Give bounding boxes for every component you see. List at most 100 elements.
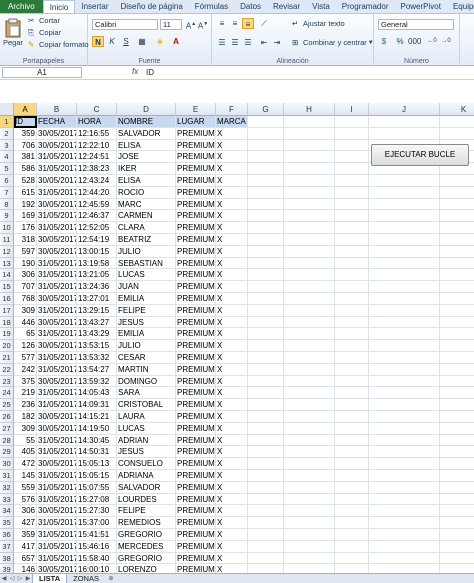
cell[interactable]: X xyxy=(216,175,248,187)
row-number[interactable]: 19 xyxy=(0,328,14,341)
cell[interactable]: 12:24:51 xyxy=(77,151,117,164)
ribbon-tab[interactable]: Diseño de página xyxy=(115,0,189,13)
currency-icon[interactable]: $ xyxy=(378,36,390,47)
row-number[interactable]: 29 xyxy=(0,446,14,459)
ribbon-tab[interactable]: Inicio xyxy=(42,0,76,13)
cell[interactable]: PREMIUM xyxy=(176,505,216,518)
cell[interactable]: JUAN xyxy=(117,281,176,293)
cell[interactable] xyxy=(335,151,369,164)
cell[interactable]: 12:46:37 xyxy=(77,210,117,223)
cell[interactable] xyxy=(369,481,440,494)
cell[interactable] xyxy=(440,446,474,459)
cell[interactable] xyxy=(248,552,284,565)
cell[interactable]: 12:16:55 xyxy=(77,127,117,140)
cell[interactable] xyxy=(369,340,440,352)
cell[interactable] xyxy=(335,139,369,152)
cell[interactable]: 427 xyxy=(14,517,37,529)
bold-button[interactable]: N xyxy=(92,36,104,47)
row-number[interactable]: 13 xyxy=(0,257,14,270)
cell[interactable]: 472 xyxy=(14,458,37,470)
cell[interactable] xyxy=(440,199,474,211)
cell[interactable]: EMILIA xyxy=(117,293,176,305)
cell[interactable]: JOSE xyxy=(117,151,176,164)
cell[interactable] xyxy=(284,434,335,447)
cell[interactable] xyxy=(335,352,369,364)
orientation-icon[interactable]: ⟋ xyxy=(258,18,270,29)
cell[interactable] xyxy=(440,505,474,518)
cell[interactable]: MERCEDES xyxy=(117,540,176,553)
cell[interactable] xyxy=(248,422,284,435)
cell[interactable]: 31/05/2017 xyxy=(37,529,77,541)
cell[interactable]: 13:54:27 xyxy=(77,363,117,376)
cell[interactable]: 14:50:31 xyxy=(77,446,117,459)
cell[interactable]: X xyxy=(216,340,248,352)
cell[interactable]: PREMIUM xyxy=(176,399,216,411)
row-number[interactable]: 25 xyxy=(0,399,14,411)
cell[interactable]: PREMIUM xyxy=(176,529,216,541)
cell[interactable] xyxy=(369,186,440,199)
cell[interactable] xyxy=(335,163,369,175)
cell[interactable]: 30/05/2017 xyxy=(37,340,77,352)
cell[interactable]: X xyxy=(216,481,248,494)
cell[interactable]: 31/05/2017 xyxy=(37,552,77,565)
cell[interactable] xyxy=(440,411,474,423)
cell[interactable]: DOMINGO xyxy=(117,375,176,388)
cell[interactable] xyxy=(284,222,335,234)
cell[interactable] xyxy=(284,375,335,388)
cell[interactable] xyxy=(335,257,369,270)
cell[interactable]: 30/05/2017 xyxy=(37,175,77,187)
cell[interactable]: PREMIUM xyxy=(176,163,216,175)
row-number[interactable]: 38 xyxy=(0,552,14,565)
cell[interactable] xyxy=(369,458,440,470)
cell[interactable] xyxy=(335,422,369,435)
row-number[interactable]: 30 xyxy=(0,458,14,470)
cell[interactable] xyxy=(335,234,369,246)
cell[interactable] xyxy=(440,423,474,435)
cell[interactable]: X xyxy=(216,470,248,482)
row-number[interactable]: 3 xyxy=(0,139,14,152)
cell[interactable]: X xyxy=(216,399,248,411)
cell[interactable] xyxy=(440,352,474,364)
cell[interactable]: 13:59:32 xyxy=(77,375,117,388)
cell[interactable] xyxy=(248,175,284,187)
cell[interactable] xyxy=(335,434,369,447)
cell[interactable] xyxy=(335,316,369,329)
cell[interactable]: 577 xyxy=(14,352,37,364)
number-format-dropdown[interactable]: General xyxy=(378,19,454,30)
cell[interactable] xyxy=(369,304,440,317)
cell[interactable]: X xyxy=(216,210,248,223)
cell[interactable] xyxy=(369,517,440,529)
cell[interactable] xyxy=(440,458,474,470)
cell[interactable]: 576 xyxy=(14,493,37,506)
cell[interactable] xyxy=(248,363,284,376)
cell[interactable]: 30/05/2017 xyxy=(37,293,77,305)
last-sheet-icon[interactable]: ▶ xyxy=(24,575,32,582)
cell[interactable]: 12:52:05 xyxy=(77,222,117,234)
cell[interactable]: 15:05:15 xyxy=(77,470,117,482)
header-cell[interactable]: FECHA xyxy=(37,116,77,128)
cell[interactable]: 586 xyxy=(14,163,37,175)
row-number[interactable]: 21 xyxy=(0,352,14,364)
cell[interactable]: 182 xyxy=(14,411,37,423)
cell[interactable] xyxy=(440,293,474,305)
cell[interactable]: 318 xyxy=(14,234,37,246)
cell[interactable] xyxy=(248,375,284,388)
cell[interactable]: PREMIUM xyxy=(176,186,216,199)
cell[interactable] xyxy=(284,245,335,258)
cell[interactable]: X xyxy=(216,257,248,270)
cell[interactable]: X xyxy=(216,328,248,341)
cell[interactable]: 192 xyxy=(14,198,37,211)
cell[interactable] xyxy=(440,222,474,234)
row-number[interactable]: 7 xyxy=(0,186,14,199)
cell[interactable] xyxy=(248,481,284,494)
column-header[interactable]: F xyxy=(216,103,248,116)
cell[interactable] xyxy=(440,258,474,270)
cell[interactable]: 12:45:59 xyxy=(77,198,117,211)
fill-color-icon[interactable]: ◈ xyxy=(154,36,166,47)
row-number[interactable]: 1 xyxy=(0,116,14,128)
cell[interactable]: 306 xyxy=(14,269,37,282)
cell[interactable]: 31/05/2017 xyxy=(37,151,77,164)
cell[interactable]: 169 xyxy=(14,210,37,223)
cell[interactable]: ELISA xyxy=(117,175,176,187)
cell[interactable]: X xyxy=(216,446,248,459)
